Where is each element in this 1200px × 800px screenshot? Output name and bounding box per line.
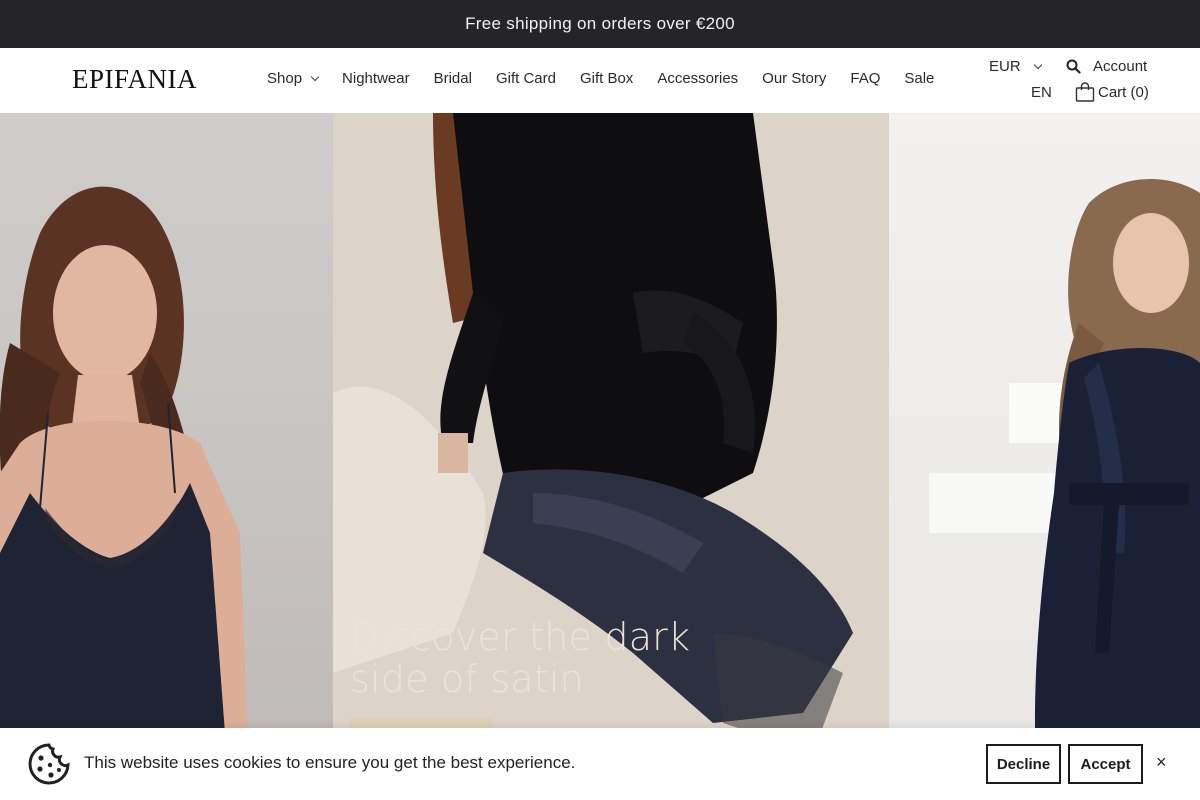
nav-accessories[interactable]: Accessories bbox=[657, 70, 738, 87]
main-nav: Shop Nightwear Bridal Gift Card Gift Box… bbox=[267, 70, 958, 87]
language-selector[interactable]: EN bbox=[1031, 84, 1052, 101]
site-header: EPIFANIA Shop Nightwear Bridal Gift Card… bbox=[0, 48, 1200, 113]
cookie-banner: This website uses cookies to ensure you … bbox=[0, 728, 1200, 800]
currency-label: EUR bbox=[989, 58, 1021, 75]
cart-label: Cart (0) bbox=[1098, 83, 1149, 101]
nav-gift-card[interactable]: Gift Card bbox=[496, 70, 556, 87]
cookie-accept-button[interactable]: Accept bbox=[1068, 744, 1143, 784]
close-icon[interactable]: × bbox=[1156, 752, 1167, 772]
cookie-message: This website uses cookies to ensure you … bbox=[84, 753, 576, 772]
nav-our-story[interactable]: Our Story bbox=[762, 70, 826, 87]
cookie-decline-button[interactable]: Decline bbox=[986, 744, 1061, 784]
hero-image-left bbox=[0, 113, 333, 800]
nav-faq[interactable]: FAQ bbox=[850, 70, 880, 87]
nav-bridal[interactable]: Bridal bbox=[434, 70, 472, 87]
announcement-text: Free shipping on orders over €200 bbox=[465, 14, 735, 33]
currency-selector[interactable]: EUR bbox=[989, 58, 1042, 75]
hero-banner: Discover the dark side of satin bbox=[0, 113, 1200, 800]
account-label: Account bbox=[1093, 58, 1148, 75]
bag-icon bbox=[1075, 82, 1095, 102]
account-link[interactable]: Account bbox=[1066, 58, 1147, 75]
nav-gift-box[interactable]: Gift Box bbox=[580, 70, 633, 87]
nav-shop-label: Shop bbox=[267, 70, 303, 87]
search-icon[interactable] bbox=[1066, 59, 1081, 74]
chevron-down-icon bbox=[1033, 60, 1042, 69]
nav-sale[interactable]: Sale bbox=[904, 70, 934, 87]
announcement-bar: Free shipping on orders over €200 bbox=[0, 0, 1200, 48]
site-logo[interactable]: EPIFANIA bbox=[72, 64, 197, 95]
nav-shop[interactable]: Shop bbox=[267, 70, 320, 87]
hero-headline: Discover the dark side of satin bbox=[350, 615, 691, 701]
nav-nightwear[interactable]: Nightwear bbox=[342, 70, 410, 87]
cookie-icon bbox=[28, 743, 70, 785]
chevron-down-icon bbox=[310, 72, 320, 81]
hero-image-right bbox=[889, 113, 1200, 800]
cart-link[interactable]: Cart (0) bbox=[1075, 82, 1149, 102]
